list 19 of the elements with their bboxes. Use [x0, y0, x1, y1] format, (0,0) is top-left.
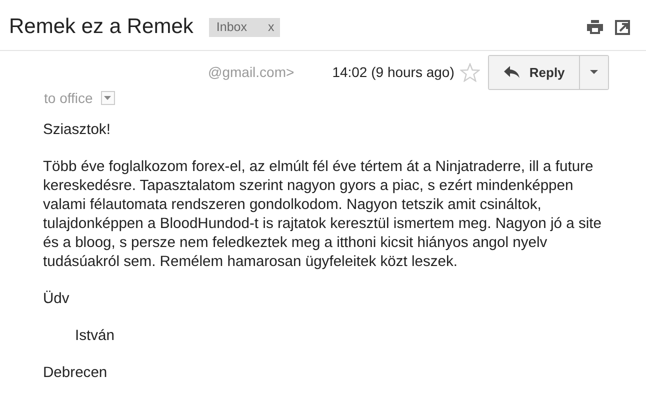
signature-name: István [75, 328, 114, 344]
inbox-label[interactable]: Inbox x [209, 18, 280, 36]
remove-label-button[interactable]: x [268, 20, 274, 34]
message-text: Üdv [43, 291, 70, 307]
details-dropdown[interactable] [100, 91, 115, 105]
caret-icon [104, 96, 112, 100]
reply-button[interactable]: Reply [489, 56, 580, 88]
message-text: Sziasztok! [43, 122, 110, 138]
recipient-text: to office [44, 90, 93, 106]
email-subject: Remek ez a Remek [9, 15, 194, 39]
print-icon[interactable] [587, 20, 603, 34]
sender-email: @gmail.com> [208, 64, 294, 80]
caret-icon [590, 70, 598, 74]
message-text: Debrecen [43, 365, 108, 381]
message-time: 14:02 (9 hours ago) [332, 64, 454, 80]
message-text: Több éve foglalkozom forex-el, az elmúlt fél éve tértem át a Ninjatraderre, ill a future kereskedésre. Tapasztalatom szerint nagyon gyors a piac, s ezért mindenképpen valami félautomata rendszeren gondolkodom. Nagyon tetszik amit csináltok, tulajdonképpen a BloodHundod-t is rajtatok keresztül ismertem meg. Nagyon jó a site és a bloog, s persze nem feledkeztek meg a itthoni kicsit hiányos angol nyelv tudásúakról sem. Remélem hamarosan ügyfeleitek közt leszek. [43, 159, 602, 270]
reply-arrow-icon [504, 66, 520, 78]
new-window-icon[interactable] [615, 20, 630, 34]
star-icon[interactable] [460, 62, 480, 82]
